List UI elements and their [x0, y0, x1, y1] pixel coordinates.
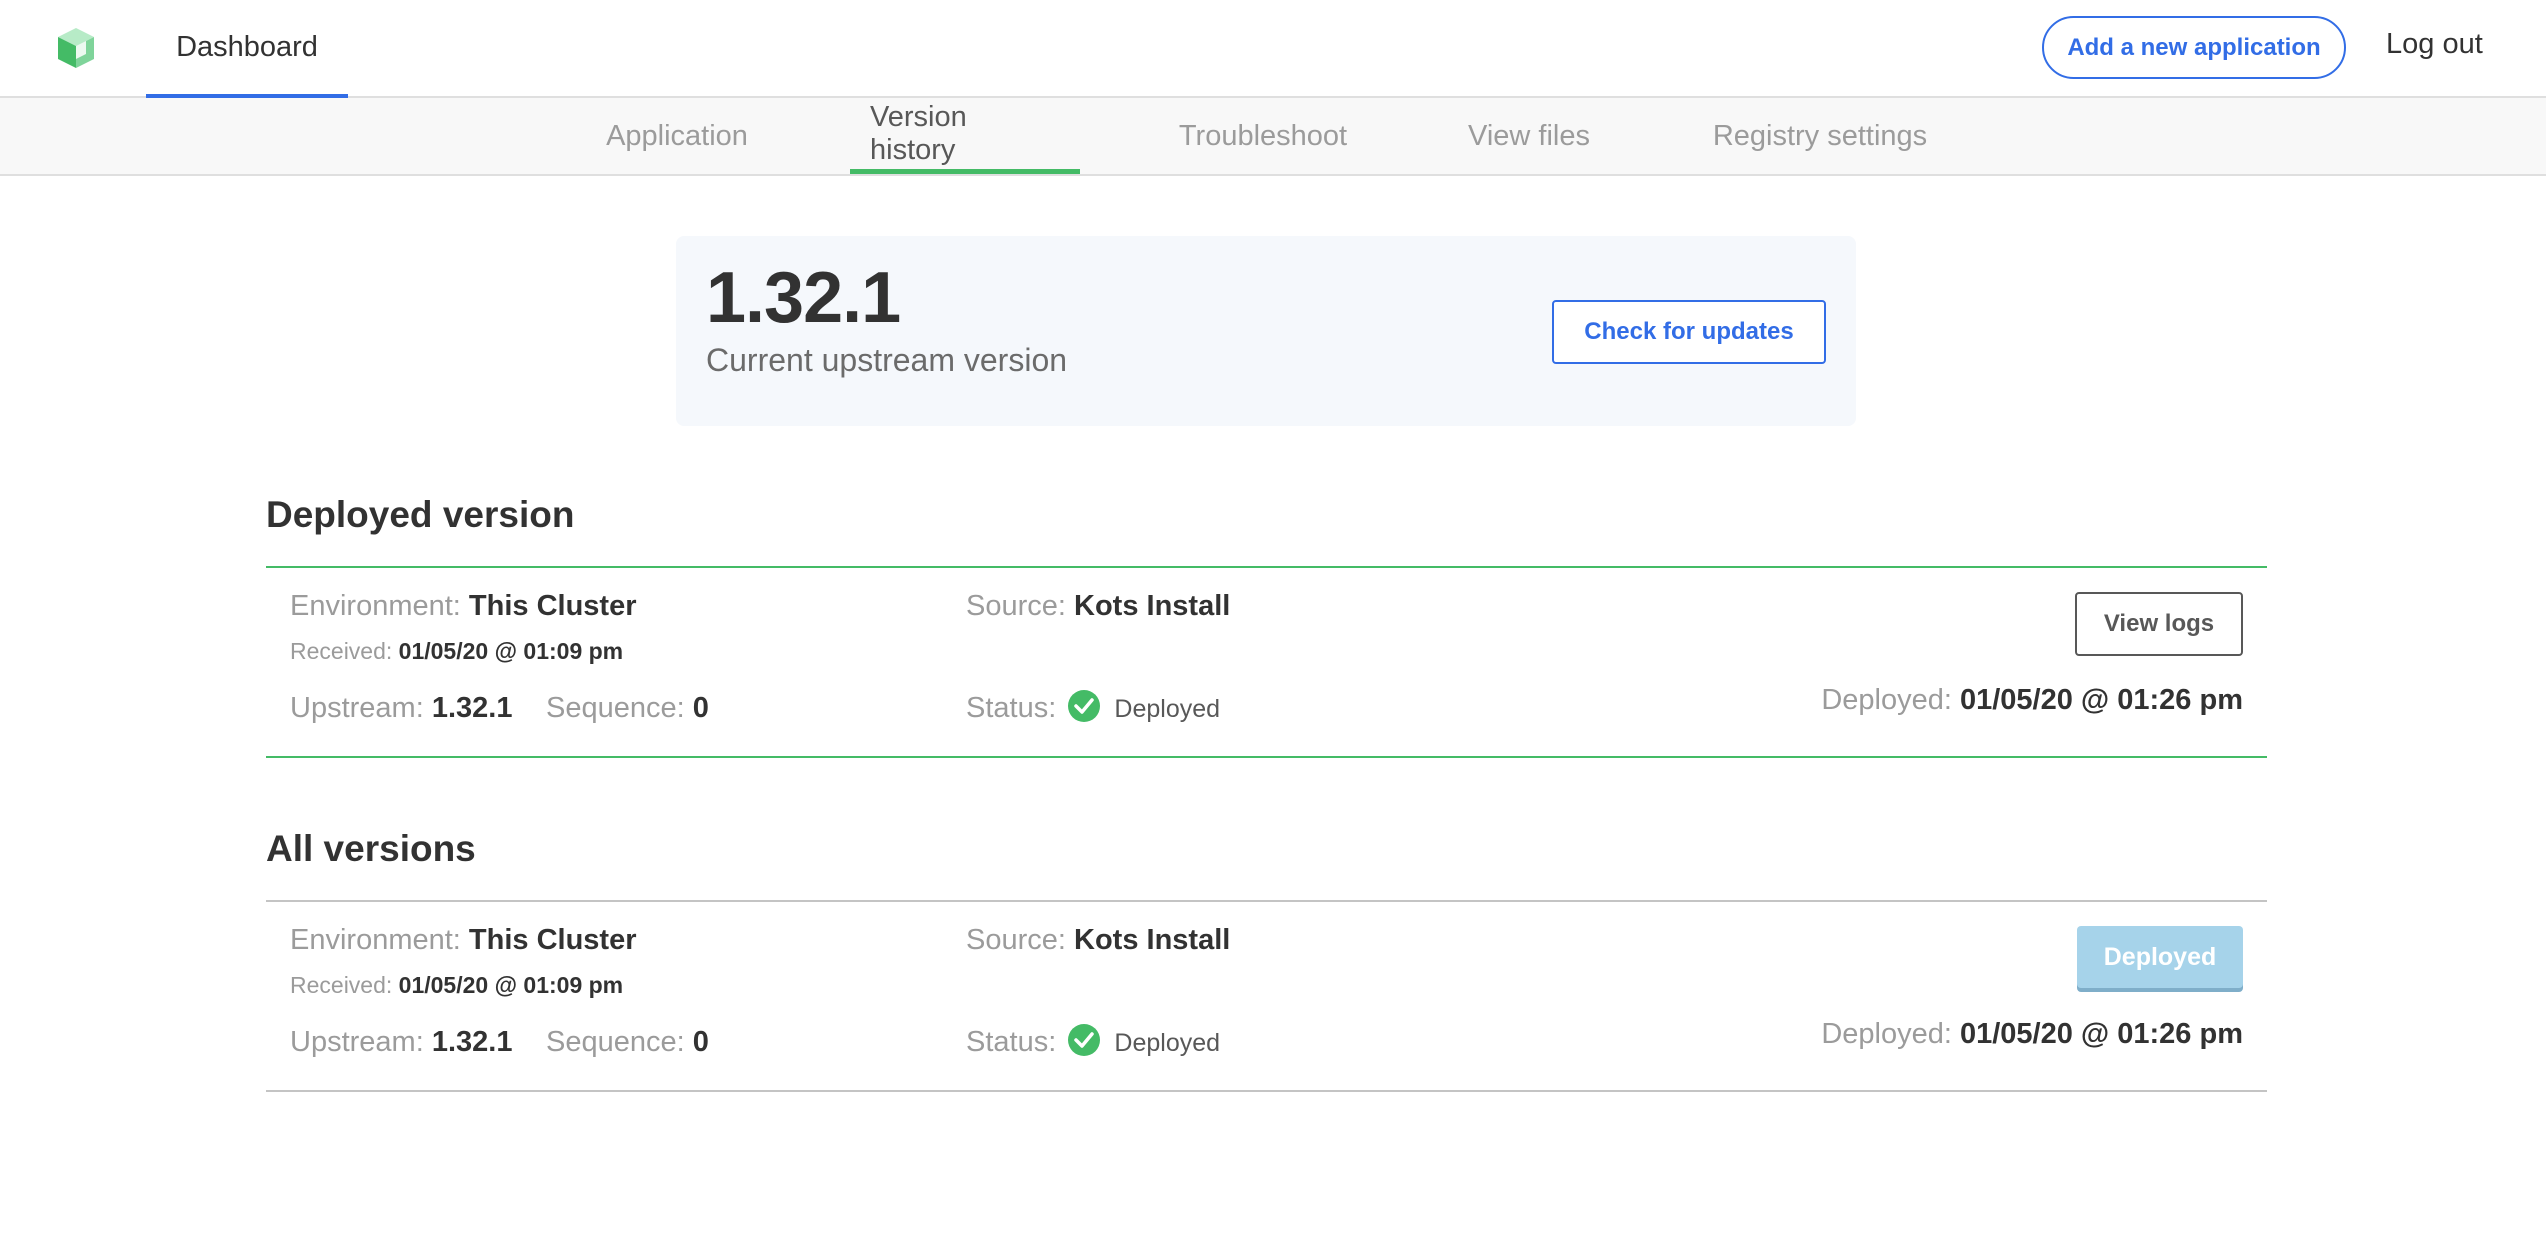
sequence-field: Sequence: 0 — [546, 692, 709, 725]
deployed-date-value: 01/05/20 @ 01:26 pm — [1959, 684, 2243, 716]
upstream-field: Upstream: 1.32.1 — [290, 1026, 512, 1059]
received-value: 01/05/20 @ 01:09 pm — [398, 638, 624, 664]
source-field: Source: Kots Install — [966, 924, 1230, 957]
upstream-value: 1.32.1 — [431, 1026, 513, 1058]
sequence-label: Sequence: — [546, 692, 685, 724]
deployed-date-field: Deployed: 01/05/20 @ 01:26 pm — [1821, 684, 2243, 717]
environment-value: This Cluster — [468, 590, 637, 622]
source-label: Source: — [966, 590, 1066, 622]
tab-application[interactable]: Application — [584, 98, 770, 174]
sequence-field: Sequence: 0 — [546, 1026, 709, 1059]
check-circle-icon — [1068, 1024, 1101, 1057]
received-value: 01/05/20 @ 01:09 pm — [398, 972, 624, 998]
upstream-field: Upstream: 1.32.1 — [290, 692, 512, 725]
status-field: Status: Deployed — [966, 1024, 1221, 1059]
status-field: Status: Deployed — [966, 690, 1221, 725]
deployed-date-label: Deployed: — [1821, 684, 1952, 716]
upstream-version-number: 1.32.1 — [706, 258, 901, 338]
deployed-date-label: Deployed: — [1821, 1018, 1952, 1050]
received-field: Received: 01/05/20 @ 01:09 pm — [290, 638, 623, 665]
deployed-button[interactable]: Deployed — [2077, 926, 2243, 988]
check-circle-icon — [1068, 690, 1101, 723]
version-list-row: Environment: This Cluster Received: 01/0… — [266, 900, 2267, 1092]
environment-field: Environment: This Cluster — [290, 924, 637, 957]
tab-registry-settings[interactable]: Registry settings — [1692, 98, 1948, 174]
deployed-date-field: Deployed: 01/05/20 @ 01:26 pm — [1821, 1018, 2243, 1051]
sequence-value: 0 — [692, 1026, 709, 1058]
upstream-version-label: Current upstream version — [706, 342, 1068, 378]
tab-troubleshoot[interactable]: Troubleshoot — [1160, 98, 1366, 174]
upstream-label: Upstream: — [290, 692, 424, 724]
sequence-label: Sequence: — [546, 1026, 685, 1058]
environment-label: Environment: — [290, 590, 461, 622]
logout-link[interactable]: Log out — [2386, 28, 2483, 61]
add-new-application-button[interactable]: Add a new application — [2042, 16, 2346, 79]
sequence-value: 0 — [692, 692, 709, 724]
view-logs-button[interactable]: View logs — [2075, 592, 2243, 656]
environment-label: Environment: — [290, 924, 461, 956]
tab-version-history[interactable]: Version history — [850, 98, 1080, 174]
top-navbar: Dashboard Add a new application Log out — [0, 0, 2546, 98]
all-versions-heading: All versions — [266, 828, 476, 869]
nav-tab-dashboard[interactable]: Dashboard — [146, 0, 348, 98]
source-value: Kots Install — [1074, 590, 1231, 622]
source-label: Source: — [966, 924, 1066, 956]
status-value: Deployed — [1114, 1028, 1221, 1057]
tab-view-files[interactable]: View files — [1448, 98, 1610, 174]
app-subnav: Application Version history Troubleshoot… — [0, 98, 2546, 176]
status-label: Status: — [966, 692, 1057, 724]
received-label: Received: — [290, 972, 393, 998]
upstream-version-card: 1.32.1 Current upstream version Check fo… — [676, 236, 1856, 426]
received-field: Received: 01/05/20 @ 01:09 pm — [290, 972, 623, 999]
source-value: Kots Install — [1074, 924, 1231, 956]
deployed-version-row: Environment: This Cluster Received: 01/0… — [266, 566, 2267, 758]
check-for-updates-button[interactable]: Check for updates — [1552, 300, 1826, 364]
received-label: Received: — [290, 638, 393, 664]
environment-value: This Cluster — [468, 924, 637, 956]
source-field: Source: Kots Install — [966, 590, 1230, 623]
upstream-value: 1.32.1 — [431, 692, 513, 724]
upstream-label: Upstream: — [290, 1026, 424, 1058]
deployed-date-value: 01/05/20 @ 01:26 pm — [1959, 1018, 2243, 1050]
kots-cube-logo-icon[interactable] — [56, 26, 96, 70]
status-value: Deployed — [1114, 694, 1221, 723]
environment-field: Environment: This Cluster — [290, 590, 637, 623]
status-label: Status: — [966, 1026, 1057, 1058]
deployed-version-heading: Deployed version — [266, 494, 575, 535]
